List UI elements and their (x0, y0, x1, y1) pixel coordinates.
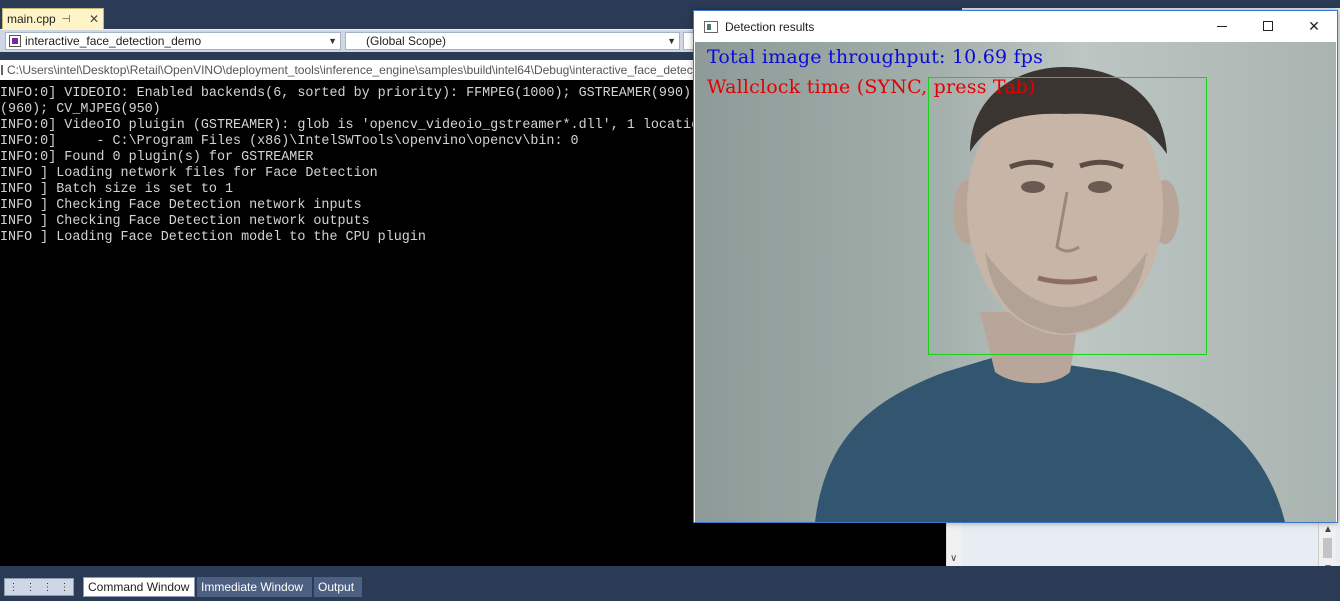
close-icon: ✕ (1308, 17, 1320, 34)
pin-icon[interactable]: ⊣ (62, 14, 71, 25)
console-line: INFO ] Loading network files for Face De… (0, 166, 378, 181)
scroll-up-icon[interactable]: ▲ (1323, 524, 1333, 535)
scrollbar-thumb[interactable] (1323, 538, 1332, 558)
maximize-button[interactable] (1245, 11, 1291, 41)
console-output: INFO:0] VIDEOIO: Enabled backends(6, sor… (0, 86, 694, 556)
console-line: INFO:0] Found 0 plugin(s) for GSTREAMER (0, 150, 314, 165)
minimize-icon (1217, 25, 1227, 27)
console-line: INFO ] Checking Face Detection network i… (0, 198, 362, 213)
console-line: INFO:0] VideoIO pluigin (GSTREAMER): glo… (0, 118, 694, 133)
grip-icon: ⋮ (42, 581, 53, 593)
detection-results-window[interactable]: Detection results ✕ Total image throughp… (693, 10, 1338, 523)
wallclock-label: Wallclock time (SYNC, press Tab) (707, 76, 1036, 98)
navigation-bar: interactive_face_detection_demo ▼ (Globa… (0, 30, 694, 52)
maximize-icon (1263, 21, 1273, 31)
console-line: (960); CV_MJPEG(950) (0, 102, 161, 117)
console-line: INFO:0] VIDEOIO: Enabled backends(6, sor… (0, 86, 694, 101)
close-tab-icon[interactable]: ✕ (89, 12, 99, 26)
face-detection-box (928, 77, 1207, 355)
scroll-down-icon[interactable]: ∨ (950, 553, 957, 564)
scope-dropdown[interactable]: (Global Scope) ▼ (345, 32, 680, 50)
console-line: INFO ] Batch size is set to 1 (0, 182, 234, 197)
tab-command-window[interactable]: Command Window (83, 577, 195, 597)
bottom-toolbar[interactable]: ⋮ ⋮ ⋮ ⋮ (4, 578, 74, 596)
console-line: INFO ] Loading Face Detection model to t… (0, 230, 426, 245)
ide-title-strip (0, 0, 1340, 8)
app-icon (704, 20, 718, 33)
project-icon (9, 35, 21, 47)
chevron-down-icon[interactable]: ▼ (328, 36, 337, 46)
window-title-bar[interactable]: Detection results ✕ (694, 11, 1337, 42)
tab-output[interactable]: Output (314, 577, 362, 597)
console-title-bar: C:\Users\intel\Desktop\Retail\OpenVINO\d… (0, 60, 694, 80)
project-dropdown-value: interactive_face_detection_demo (25, 34, 202, 48)
project-dropdown[interactable]: interactive_face_detection_demo ▼ (5, 32, 341, 50)
console-path: C:\Users\intel\Desktop\Retail\OpenVINO\d… (7, 63, 694, 77)
camera-frame: Total image throughput: 10.69 fps Wallcl… (695, 42, 1336, 522)
document-tab-main-cpp[interactable]: main.cpp ⊣ ✕ (2, 8, 104, 30)
shirt-shape (815, 357, 1285, 522)
throughput-label: Total image throughput: 10.69 fps (707, 46, 1044, 68)
grip-icon: ⋮ (59, 581, 70, 593)
document-tab-strip (104, 8, 694, 30)
console-icon (1, 65, 3, 75)
scope-dropdown-value: (Global Scope) (366, 34, 447, 48)
grip-icon: ⋮ (8, 581, 19, 593)
console-line: INFO ] Checking Face Detection network o… (0, 214, 370, 229)
minimize-button[interactable] (1199, 11, 1245, 41)
grip-icon: ⋮ (25, 581, 36, 593)
close-button[interactable]: ✕ (1291, 11, 1337, 41)
window-title: Detection results (725, 19, 815, 34)
console-line: INFO:0] - C:\Program Files (x86)\IntelSW… (0, 134, 579, 149)
tab-immediate-window[interactable]: Immediate Window (197, 577, 312, 597)
document-tab-label: main.cpp (7, 12, 56, 26)
chevron-down-icon[interactable]: ▼ (667, 36, 676, 46)
